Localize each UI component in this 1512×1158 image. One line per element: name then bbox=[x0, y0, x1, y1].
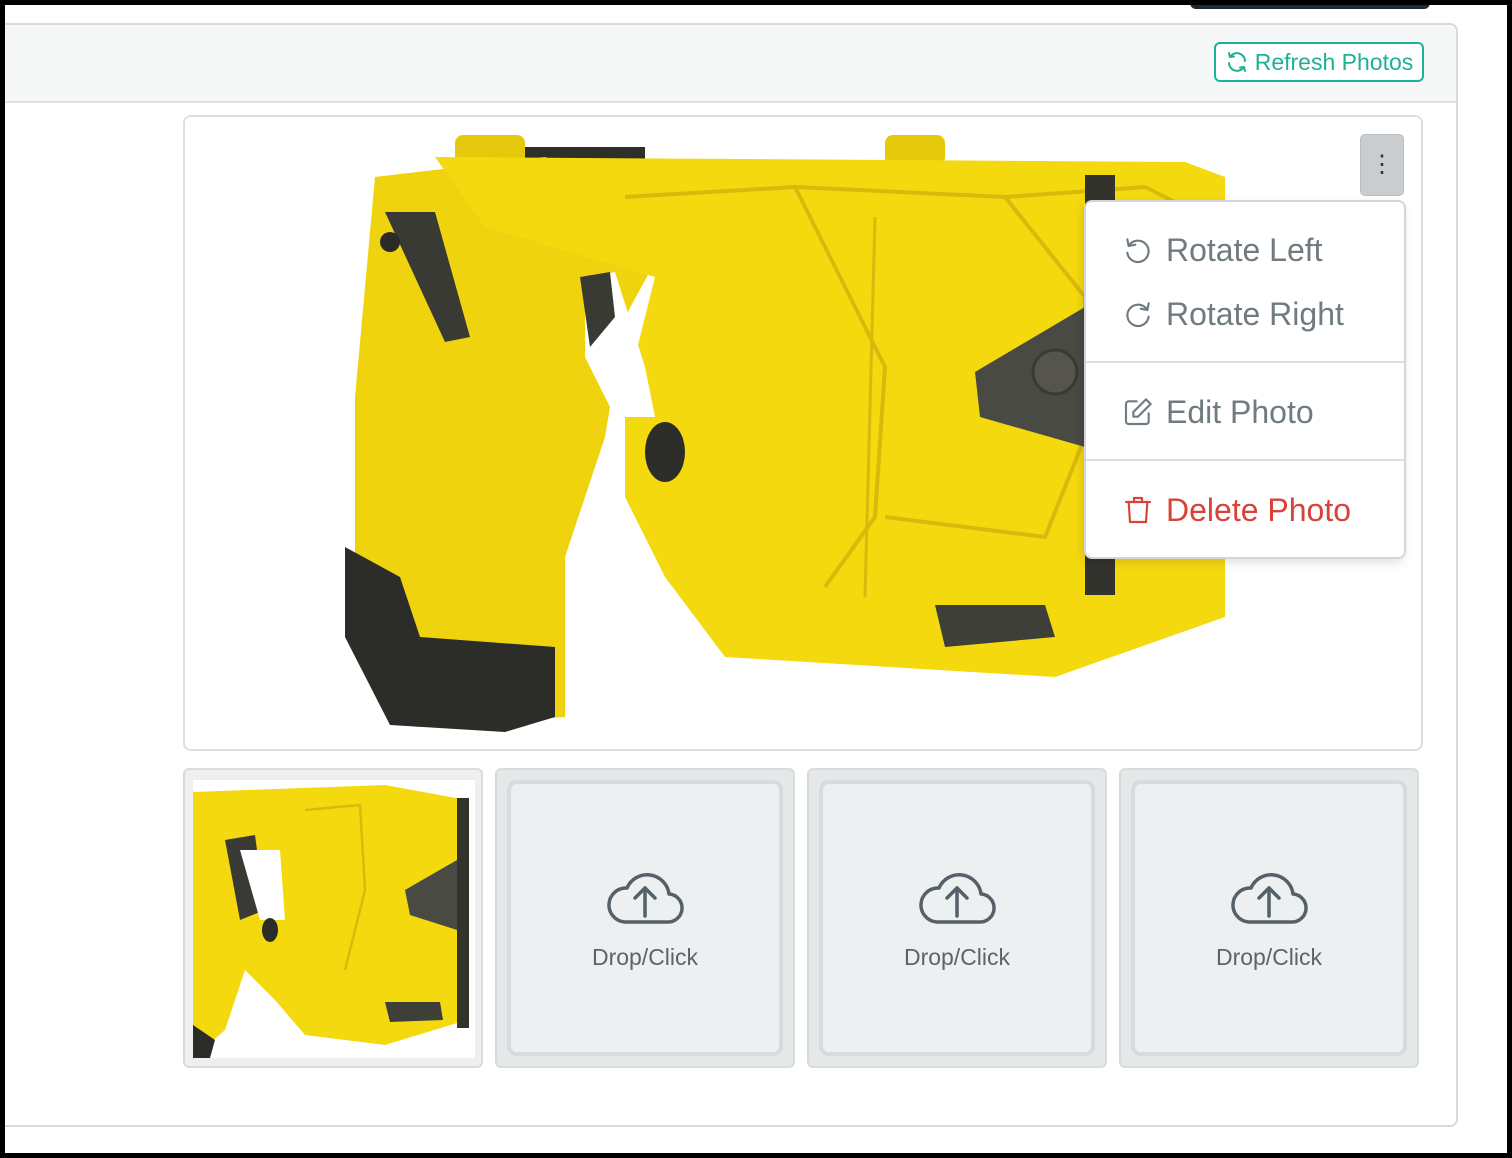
thumbnail-slot-4: Drop/Click bbox=[1119, 768, 1419, 1068]
drop-label: Drop/Click bbox=[1215, 943, 1323, 970]
refresh-photos-label: Refresh Photos bbox=[1254, 48, 1414, 75]
photo-options-button[interactable]: ⋮ bbox=[1360, 134, 1404, 196]
drop-zone[interactable]: Drop/Click bbox=[1131, 780, 1407, 1056]
thumbnail-photo-1[interactable] bbox=[183, 768, 483, 1068]
rotate-right-icon bbox=[1126, 302, 1150, 328]
thumbnail-slot-3: Drop/Click bbox=[807, 768, 1107, 1068]
rotate-left-label: Rotate Left bbox=[1166, 231, 1323, 268]
menu-divider bbox=[1086, 361, 1404, 363]
delete-photo-label: Delete Photo bbox=[1166, 491, 1352, 528]
drop-label: Drop/Click bbox=[591, 943, 699, 970]
menu-divider bbox=[1086, 459, 1404, 461]
photo-options-menu: Rotate Left Rotate Right Edit Photo Dele… bbox=[1084, 200, 1406, 559]
thumbnail-slot-2: Drop/Click bbox=[495, 768, 795, 1068]
kebab-icon: ⋮ bbox=[1370, 151, 1394, 178]
cloud-upload-icon bbox=[1231, 872, 1308, 924]
panel-header: Refresh Photos bbox=[5, 25, 1456, 103]
rotate-right-label: Rotate Right bbox=[1166, 295, 1344, 332]
cloud-upload-icon bbox=[607, 872, 684, 924]
trash-icon bbox=[1124, 496, 1152, 524]
rotate-left-icon bbox=[1126, 238, 1150, 264]
screen: Refresh Photos ⋮ Rotate Left Rotate Righ… bbox=[5, 5, 1507, 1153]
refresh-photos-button[interactable]: Refresh Photos bbox=[1214, 42, 1424, 82]
menu-item-delete-photo[interactable]: Delete Photo bbox=[1086, 487, 1404, 533]
cloud-upload-icon bbox=[919, 872, 996, 924]
edit-icon bbox=[1124, 398, 1152, 426]
menu-item-rotate-left[interactable]: Rotate Left bbox=[1086, 227, 1404, 273]
drop-zone[interactable]: Drop/Click bbox=[819, 780, 1095, 1056]
menu-item-edit-photo[interactable]: Edit Photo bbox=[1086, 389, 1404, 435]
thumbnail-image bbox=[185, 770, 481, 1066]
top-strip bbox=[1190, 5, 1430, 9]
menu-item-rotate-right[interactable]: Rotate Right bbox=[1086, 291, 1404, 337]
drop-label: Drop/Click bbox=[903, 943, 1011, 970]
drop-zone[interactable]: Drop/Click bbox=[507, 780, 783, 1056]
edit-photo-label: Edit Photo bbox=[1166, 393, 1314, 430]
refresh-icon bbox=[1227, 52, 1246, 72]
